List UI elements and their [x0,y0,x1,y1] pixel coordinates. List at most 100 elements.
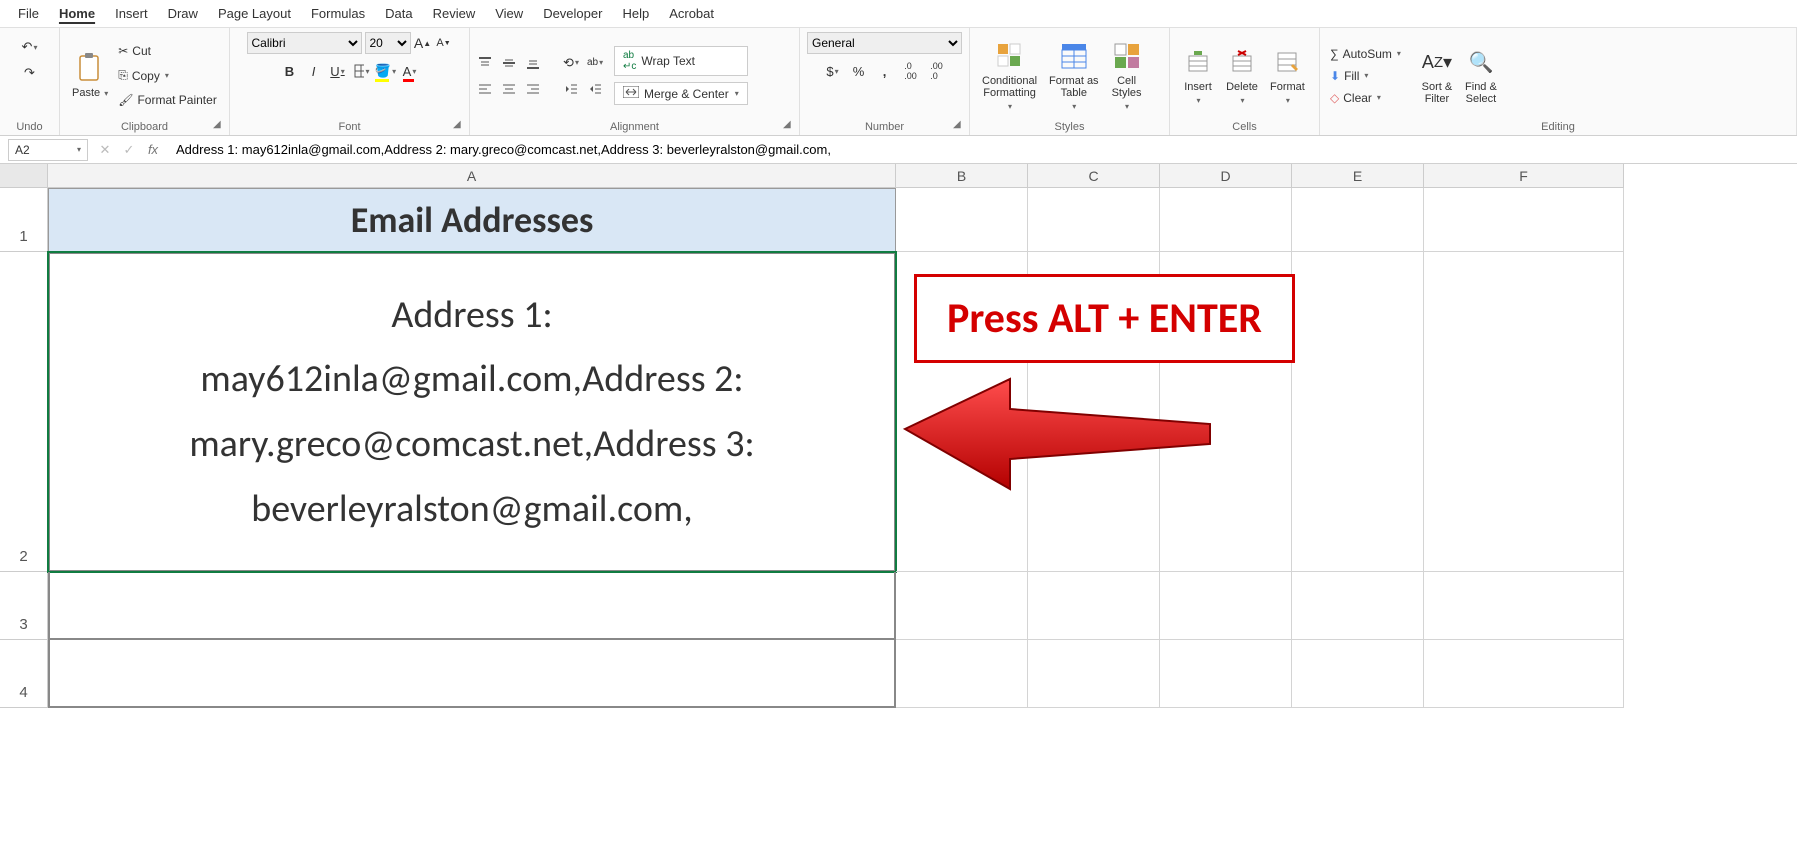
formula-input[interactable] [170,142,1797,157]
underline-button[interactable]: U▾ [329,62,347,80]
align-top-button[interactable] [476,54,494,72]
copy-button[interactable]: ⎘Copy ▾ [114,66,221,85]
tab-formulas[interactable]: Formulas [301,2,375,25]
percent-format-button[interactable]: % [850,62,868,80]
increase-font-button[interactable]: A▲ [414,34,432,52]
conditional-formatting-button[interactable]: Conditional Formatting▾ [976,38,1043,113]
cell-e3[interactable] [1292,572,1424,640]
cell-styles-icon [1111,40,1143,72]
cell-f4[interactable] [1424,640,1624,708]
cell-e2[interactable] [1292,252,1424,572]
align-bottom-button[interactable] [524,54,542,72]
decrease-font-button[interactable]: A▼ [435,34,453,52]
number-format-select[interactable]: General [807,32,962,54]
font-color-button[interactable]: A▾ [401,62,419,80]
decrease-decimal-button[interactable]: .00.0 [928,62,946,80]
cut-button[interactable]: ✂Cut [114,42,221,60]
text-direction-button[interactable]: ab▾ [586,54,604,72]
merge-center-button[interactable]: Merge & Center ▾ [614,82,748,105]
col-header-f[interactable]: F [1424,164,1624,188]
find-select-button[interactable]: 🔍Find & Select [1459,44,1503,107]
align-right-button[interactable] [524,80,542,98]
decrease-indent-button[interactable] [562,80,580,98]
increase-indent-button[interactable] [586,80,604,98]
enter-formula-button[interactable]: ✓ [120,141,138,159]
cell-d1[interactable] [1160,188,1292,252]
tab-review[interactable]: Review [423,2,486,25]
alignment-launcher-icon[interactable]: ◢ [783,119,795,131]
align-middle-button[interactable] [500,54,518,72]
cell-d3[interactable] [1160,572,1292,640]
comma-format-button[interactable]: , [876,62,894,80]
cell-a2[interactable]: Address 1: may612inla@gmail.com,Address … [48,252,896,572]
tab-home[interactable]: Home [49,2,105,25]
clear-button[interactable]: ◇Clear ▾ [1326,89,1405,107]
insert-function-button[interactable]: fx [144,141,162,159]
tab-file[interactable]: File [8,2,49,25]
italic-button[interactable]: I [305,62,323,80]
orientation-button[interactable]: ⟲▾ [562,54,580,72]
redo-button[interactable]: ↷ [21,64,39,82]
select-all-corner[interactable] [0,164,48,188]
row-header-3[interactable]: 3 [0,572,48,640]
fill-color-button[interactable]: 🪣▾ [377,62,395,80]
col-header-c[interactable]: C [1028,164,1160,188]
align-center-button[interactable] [500,80,518,98]
col-header-d[interactable]: D [1160,164,1292,188]
cell-a4[interactable] [48,640,896,708]
bold-button[interactable]: B [281,62,299,80]
delete-button[interactable]: Delete▾ [1220,44,1264,107]
autosum-button[interactable]: ∑AutoSum ▾ [1326,45,1405,63]
group-label-styles: Styles [976,119,1163,133]
fill-button[interactable]: ⬇Fill ▾ [1326,67,1405,85]
cell-c4[interactable] [1028,640,1160,708]
tab-help[interactable]: Help [612,2,659,25]
row-header-1[interactable]: 1 [0,188,48,252]
format-button[interactable]: Format▾ [1264,44,1311,107]
cell-d4[interactable] [1160,640,1292,708]
format-painter-button[interactable]: 🖌Format Painter [114,91,221,109]
format-as-table-button[interactable]: Format as Table▾ [1043,38,1105,113]
font-launcher-icon[interactable]: ◢ [453,119,465,131]
cell-a3[interactable] [48,572,896,640]
cell-f2[interactable] [1424,252,1624,572]
tab-insert[interactable]: Insert [105,2,158,25]
cell-b4[interactable] [896,640,1028,708]
cell-e1[interactable] [1292,188,1424,252]
cell-a1[interactable]: Email Addresses [48,188,896,252]
cancel-formula-button[interactable]: ✕ [96,141,114,159]
number-launcher-icon[interactable]: ◢ [953,119,965,131]
wrap-text-button[interactable]: ab↵cWrap Text [614,46,748,76]
cell-c1[interactable] [1028,188,1160,252]
name-box[interactable]: A2▾ [8,139,88,161]
cell-c3[interactable] [1028,572,1160,640]
font-name-select[interactable]: Calibri [247,32,362,54]
align-left-button[interactable] [476,80,494,98]
tab-developer[interactable]: Developer [533,2,612,25]
col-header-a[interactable]: A [48,164,896,188]
cell-b3[interactable] [896,572,1028,640]
row-header-2[interactable]: 2 [0,252,48,572]
accounting-format-button[interactable]: $▾ [824,62,842,80]
borders-button[interactable]: ▾ [353,62,371,80]
font-size-select[interactable]: 20 [365,32,411,54]
tab-acrobat[interactable]: Acrobat [659,2,724,25]
tab-draw[interactable]: Draw [158,2,208,25]
undo-button[interactable]: ↶▾ [21,38,39,56]
clipboard-launcher-icon[interactable]: ◢ [213,119,225,131]
tab-page-layout[interactable]: Page Layout [208,2,301,25]
increase-decimal-button[interactable]: .0.00 [902,62,920,80]
tab-data[interactable]: Data [375,2,422,25]
cell-f3[interactable] [1424,572,1624,640]
col-header-e[interactable]: E [1292,164,1424,188]
cell-f1[interactable] [1424,188,1624,252]
cell-styles-button[interactable]: Cell Styles▾ [1105,38,1149,113]
col-header-b[interactable]: B [896,164,1028,188]
row-header-4[interactable]: 4 [0,640,48,708]
sort-filter-button[interactable]: AZ▾Sort & Filter [1415,44,1459,107]
tab-view[interactable]: View [485,2,533,25]
cell-b1[interactable] [896,188,1028,252]
cell-e4[interactable] [1292,640,1424,708]
insert-button[interactable]: Insert▾ [1176,44,1220,107]
paste-button[interactable]: Paste ▾ [66,50,114,101]
